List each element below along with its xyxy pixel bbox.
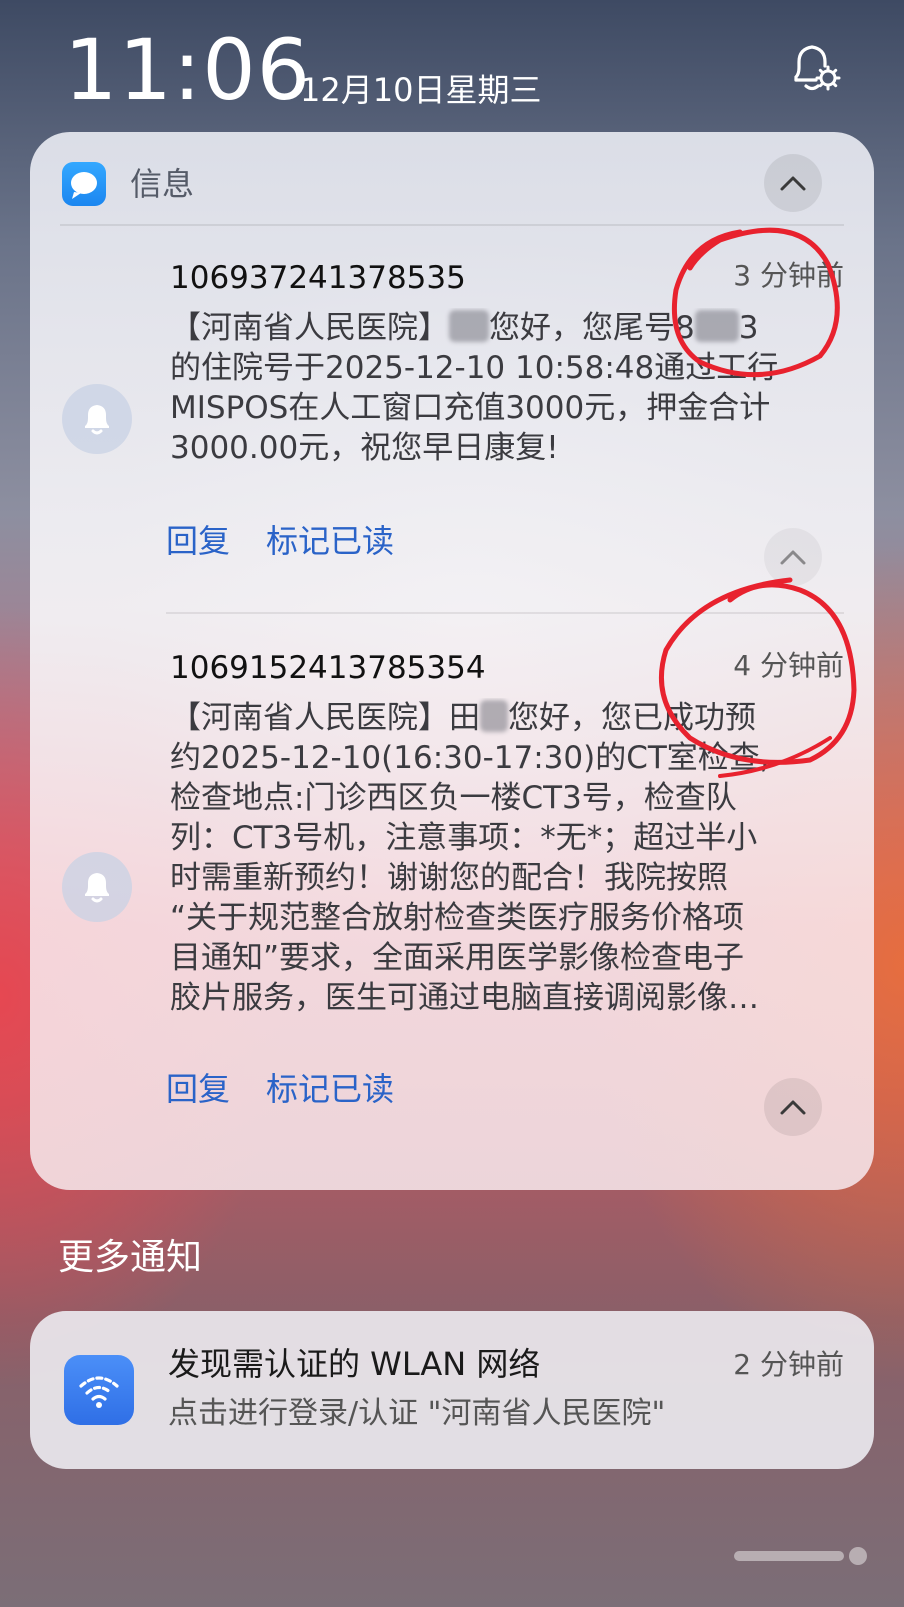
watermark — [734, 1547, 867, 1565]
chat-bubble-icon — [62, 162, 106, 206]
collapse-group-button[interactable] — [764, 154, 822, 212]
message-body: 【河南省人民医院】田 您好，您已成功预 约2025-12-10(16:30-17:… — [170, 698, 830, 1018]
notification-time: 4 分钟前 — [733, 649, 844, 682]
redacted-digits — [694, 310, 739, 342]
bell-gear-icon[interactable] — [786, 40, 842, 96]
clock: 11:06 — [64, 21, 312, 119]
message-body: 【河南省人民医院】 您好，您尾号8 3 的住院号于2025-12-10 10:58:… — [170, 308, 830, 468]
message-line: 【河南省人民医院】田 您好，您已成功预 — [170, 700, 756, 736]
wlan-notification[interactable]: 发现需认证的 WLAN 网络 2 分钟前 点击进行登录/认证 "河南省人民医院" — [30, 1311, 874, 1469]
collapse-button[interactable] — [764, 528, 822, 586]
message-line: “关于规范整合放射检查类医疗服务价格项 — [170, 900, 745, 936]
mark-read-button[interactable]: 标记已读 — [266, 1068, 394, 1110]
chevron-up-icon — [780, 176, 806, 191]
message-line: 目通知”要求，全面采用医学影像检查电子 — [170, 940, 745, 976]
mark-read-button[interactable]: 标记已读 — [266, 520, 394, 562]
divider — [60, 224, 844, 226]
message-line: 的住院号于2025-12-10 10:58:48通过工行 — [170, 350, 779, 386]
reply-button[interactable]: 回复 — [166, 520, 230, 562]
sender-number: 1069152413785354 — [170, 650, 486, 686]
chevron-up-icon — [780, 550, 806, 565]
app-name: 信息 — [130, 165, 195, 203]
message-line: 约2025-12-10(16:30-17:30)的CT室检查, — [170, 740, 770, 776]
collapse-button[interactable] — [764, 1078, 822, 1136]
chevron-up-icon — [780, 1100, 806, 1115]
wlan-title: 发现需认证的 WLAN 网络 — [168, 1345, 541, 1383]
wlan-subtitle: 点击进行登录/认证 "河南省人民医院" — [168, 1396, 666, 1431]
wifi-icon — [64, 1355, 134, 1425]
message-line: 胶片服务，医生可通过电脑直接调阅影像… — [170, 980, 759, 1016]
reply-button[interactable]: 回复 — [166, 1068, 230, 1110]
redacted-name — [449, 310, 489, 342]
redacted-name — [480, 700, 508, 732]
sender-number: 106937241378535 — [170, 260, 466, 296]
message-line: 检查地点:门诊西区负一楼CT3号，检查队 — [170, 780, 737, 816]
notification-time: 3 分钟前 — [733, 259, 844, 292]
message-line: 【河南省人民医院】 您好，您尾号8 3 — [170, 310, 759, 346]
date: 12月10日星期三 — [300, 71, 542, 109]
divider — [166, 612, 844, 614]
messages-notification-group[interactable]: 信息 106937241378535 3 分钟前 【河南省人民医院】 您好，您尾号… — [30, 132, 874, 1190]
section-title: 更多通知 — [58, 1237, 203, 1278]
message-line: MISPOS在人工窗口充值3000元，押金合计 — [170, 390, 771, 426]
bell-icon — [62, 852, 132, 922]
message-line: 3000.00元，祝您早日康复! — [170, 430, 559, 466]
notification-time: 2 分钟前 — [733, 1348, 844, 1381]
message-line: 列：CT3号机，注意事项：*无*；超过半小 — [170, 820, 758, 856]
message-line: 时需重新预约！谢谢您的配合！我院按照 — [170, 860, 728, 896]
status-bar: 11:06 12月10日星期三 — [0, 0, 904, 130]
bell-icon — [62, 384, 132, 454]
